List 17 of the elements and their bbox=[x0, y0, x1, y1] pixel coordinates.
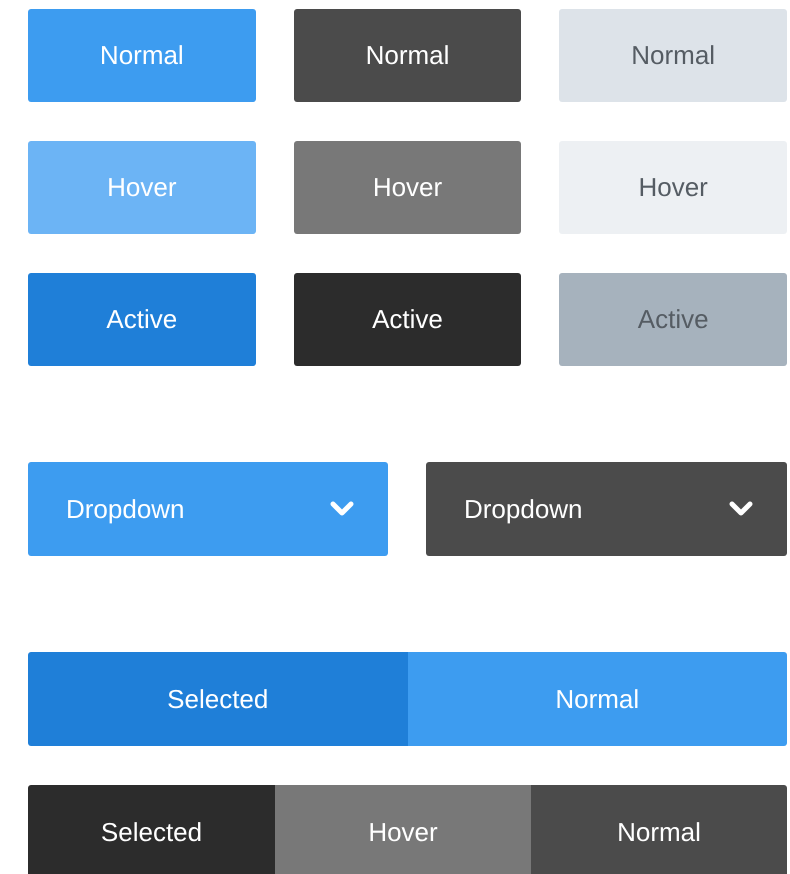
segment-tab[interactable]: Selected bbox=[28, 652, 408, 746]
dropdown-button[interactable]: Dropdown bbox=[28, 462, 388, 556]
chevron-down-icon bbox=[729, 501, 753, 517]
button[interactable]: Normal bbox=[28, 9, 256, 102]
segment-tab[interactable]: Normal bbox=[531, 785, 787, 874]
segment-tab[interactable]: Hover bbox=[275, 785, 531, 874]
button[interactable]: Hover bbox=[559, 141, 787, 234]
button[interactable]: Normal bbox=[294, 9, 522, 102]
button[interactable]: Active bbox=[28, 273, 256, 366]
button[interactable]: Active bbox=[559, 273, 787, 366]
segment-tab[interactable]: Normal bbox=[408, 652, 787, 746]
segment-tab[interactable]: Selected bbox=[28, 785, 275, 874]
button[interactable]: Normal bbox=[559, 9, 787, 102]
button[interactable]: Active bbox=[294, 273, 522, 366]
button[interactable]: Hover bbox=[294, 141, 522, 234]
chevron-down-icon bbox=[330, 501, 354, 517]
dropdown-button[interactable]: Dropdown bbox=[426, 462, 787, 556]
